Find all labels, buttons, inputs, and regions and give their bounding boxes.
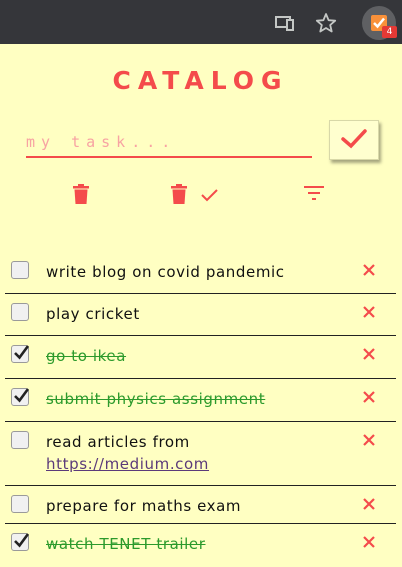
task-checkbox-checked[interactable] [11,345,30,363]
task-row: write blog on covid pandemic [5,252,396,294]
task-checkbox[interactable] [11,261,29,279]
checkmark-icon [14,345,30,360]
close-icon[interactable] [362,534,376,548]
task-text: write blog on covid pandemic [46,263,285,281]
close-icon[interactable] [362,346,376,360]
task-row: submit physics assignment [5,379,396,422]
task-text: watch TENET trailer [46,535,206,553]
filter-icon [304,186,324,200]
close-icon[interactable] [362,304,376,318]
delete-all-button[interactable] [73,184,89,208]
task-text: go to ikea [46,347,127,365]
delete-completed-button[interactable] [171,184,219,208]
task-text: submit physics assignment [46,390,266,408]
todo-popup: CATALOG write blog on covid pan [5,44,396,567]
task-input[interactable] [26,128,312,158]
app-title: CATALOG [112,66,289,95]
close-icon[interactable] [362,432,376,446]
trash-icon [73,184,89,204]
task-link[interactable]: https://medium.com [46,455,209,473]
task-checkbox[interactable] [11,303,29,321]
cast-device-icon[interactable] [274,12,296,34]
checkmark-icon [14,388,30,403]
task-text: read articles from https://medium.com [46,431,326,475]
checkmark-icon [14,533,30,548]
task-row: prepare for maths exam [5,486,396,524]
extension-button[interactable]: 4 [362,6,397,40]
task-checkbox-checked[interactable] [11,533,30,551]
task-list: write blog on covid pandemic play cricke… [5,252,396,564]
checkmark-icon [341,129,367,149]
extension-badge: 4 [382,26,397,38]
add-task-button[interactable] [329,120,379,160]
browser-toolbar: 4 [0,0,402,44]
task-text: play cricket [46,305,140,323]
task-row: watch TENET trailer [5,524,396,564]
bookmark-star-icon[interactable] [315,12,337,34]
close-icon[interactable] [362,496,376,510]
task-row: play cricket [5,294,396,336]
task-checkbox-checked[interactable] [11,388,30,406]
task-text-label: read articles from [46,433,190,451]
filter-button[interactable] [304,184,324,204]
task-checkbox[interactable] [11,431,29,449]
trash-check-icon [171,184,218,204]
task-text: prepare for maths exam [46,497,242,515]
close-icon[interactable] [362,389,376,403]
close-icon[interactable] [362,262,376,276]
task-row: go to ikea [5,336,396,379]
task-checkbox[interactable] [11,495,29,513]
task-row: read articles from https://medium.com [5,422,396,486]
